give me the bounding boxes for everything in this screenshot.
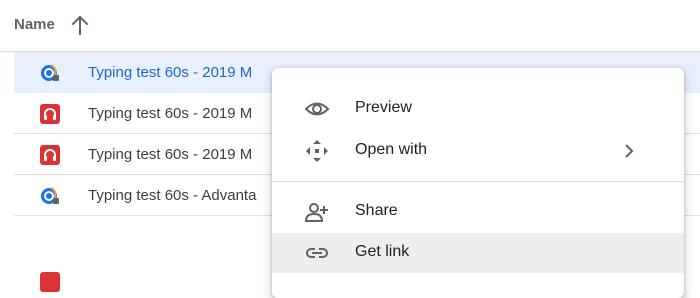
- file-name: Typing test 60s - Advanta: [88, 187, 257, 204]
- arrow-up-icon[interactable]: [70, 14, 90, 36]
- link-icon: [304, 241, 330, 265]
- red-headphones-app-icon: [40, 272, 60, 292]
- menu-divider: [272, 181, 684, 182]
- file-name: Typing test 60s - 2019 M: [88, 105, 253, 122]
- context-menu: Preview Open with Share Get link: [272, 68, 684, 298]
- add-person-icon: [304, 200, 330, 224]
- red-headphones-app-icon: [40, 104, 60, 124]
- menu-item-label: Preview: [355, 99, 412, 116]
- menu-item-label: Open with: [355, 141, 428, 158]
- menu-item-share[interactable]: Share: [272, 192, 684, 232]
- typing-app-icon: [40, 63, 60, 83]
- file-name: Typing test 60s - 2019 M: [88, 146, 253, 163]
- menu-item-label: Share: [355, 202, 398, 219]
- file-list-header: Name: [0, 0, 700, 52]
- menu-item-open-with[interactable]: Open with: [272, 131, 684, 171]
- move-arrows-icon: [304, 139, 330, 163]
- file-name: Typing test 60s - 2019 M: [88, 64, 253, 81]
- typing-app-icon: [40, 186, 60, 206]
- menu-item-label: Get link: [355, 243, 410, 260]
- column-header-name[interactable]: Name: [14, 16, 55, 33]
- chevron-right-icon: [622, 142, 636, 160]
- red-headphones-app-icon: [40, 145, 60, 165]
- eye-icon: [304, 97, 330, 121]
- menu-item-preview[interactable]: Preview: [272, 89, 684, 129]
- menu-item-get-link[interactable]: Get link: [272, 233, 684, 273]
